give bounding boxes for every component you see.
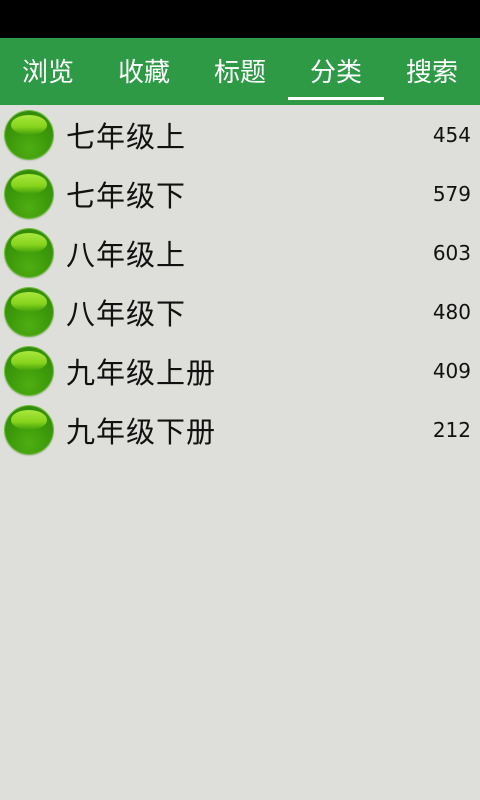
- green-ball-icon: [5, 287, 53, 336]
- category-label: 九年级下册: [66, 414, 217, 449]
- list-item[interactable]: 七年级下 579: [0, 164, 480, 223]
- tab-label: 收藏: [117, 58, 170, 88]
- category-list: 七年级上 454 七年级下 579 八年级上 603 八年级下 480 九年级上…: [0, 105, 480, 459]
- green-ball-icon: [5, 110, 53, 159]
- green-ball-icon: [5, 228, 53, 277]
- category-label: 九年级上册: [66, 355, 217, 390]
- list-item[interactable]: 九年级下册 212: [0, 400, 480, 459]
- category-label: 八年级下: [66, 296, 187, 331]
- category-label: 七年级下: [66, 178, 187, 213]
- tab-label: 标题: [213, 58, 266, 88]
- tab-bar: 浏览 收藏 标题 分类 搜索: [0, 38, 480, 105]
- category-count: 480: [432, 299, 471, 324]
- category-count: 454: [432, 122, 471, 147]
- green-ball-icon: [5, 169, 53, 218]
- tab-titles[interactable]: 标题: [192, 38, 288, 105]
- category-count: 212: [432, 417, 471, 442]
- list-item[interactable]: 八年级下 480: [0, 282, 480, 341]
- category-count: 409: [432, 358, 471, 383]
- tab-browse[interactable]: 浏览: [0, 38, 96, 105]
- category-label: 八年级上: [66, 237, 187, 272]
- list-item[interactable]: 七年级上 454: [0, 105, 480, 164]
- list-item[interactable]: 八年级上 603: [0, 223, 480, 282]
- category-label: 七年级上: [66, 119, 187, 154]
- tab-favorites[interactable]: 收藏: [96, 38, 192, 105]
- tab-active-indicator: [288, 97, 384, 100]
- category-count: 603: [432, 240, 471, 265]
- category-count: 579: [432, 181, 471, 206]
- tab-label: 搜索: [405, 58, 458, 88]
- status-bar: [0, 0, 480, 38]
- tab-search[interactable]: 搜索: [384, 38, 480, 105]
- tab-categories[interactable]: 分类: [288, 38, 384, 105]
- list-item[interactable]: 九年级上册 409: [0, 341, 480, 400]
- tab-label: 分类: [309, 58, 362, 88]
- green-ball-icon: [5, 405, 53, 454]
- green-ball-icon: [5, 346, 53, 395]
- tab-label: 浏览: [21, 58, 74, 88]
